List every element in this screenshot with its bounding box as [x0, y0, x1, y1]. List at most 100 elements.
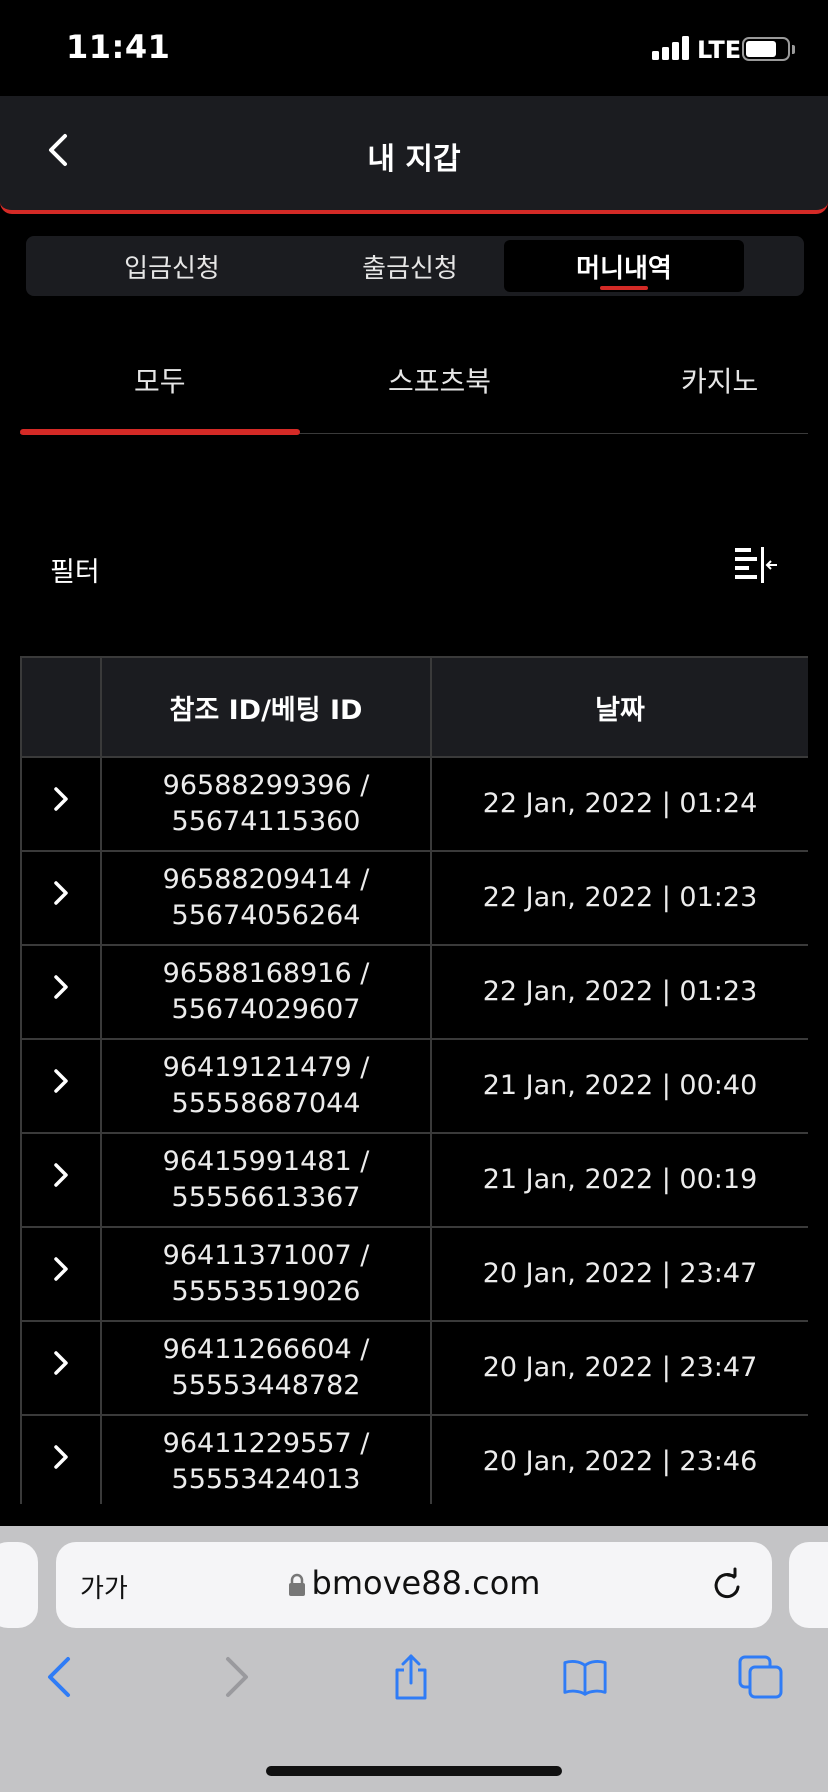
bet-id: 55553424013 — [171, 1464, 361, 1495]
network-label: LTE — [697, 36, 742, 64]
date-cell: 20 Jan, 2022 | 23:47 — [430, 1226, 808, 1322]
reference-id: 96411229557 / — [162, 1428, 370, 1459]
lock-icon — [288, 1573, 305, 1596]
reload-button[interactable] — [708, 1566, 746, 1604]
filter-label: 필터 — [50, 557, 100, 588]
row-expand-button[interactable] — [20, 1038, 102, 1134]
chevron-right-icon — [54, 1351, 68, 1375]
next-tab-preview[interactable] — [789, 1542, 828, 1628]
ref-bet-id-cell: 96411266604 / 55553448782 — [100, 1320, 432, 1416]
table-row[interactable]: 96411229557 / 55553424013 20 Jan, 2022 | 2… — [20, 1414, 808, 1504]
reference-id: 96411371007 / — [162, 1240, 370, 1271]
tab-label: 머니내역 — [576, 253, 672, 284]
subtab-sportsbook[interactable]: 스포츠북 — [388, 360, 491, 400]
row-expand-button[interactable] — [20, 850, 102, 946]
date-cell: 20 Jan, 2022 | 23:46 — [430, 1414, 808, 1504]
table-row[interactable]: 96411371007 / 55553519026 20 Jan, 2022 | 2… — [20, 1226, 808, 1322]
tabs-button[interactable] — [738, 1654, 784, 1700]
tab-withdraw[interactable]: 출금신청 — [290, 240, 530, 292]
subtab-all[interactable]: 모두 — [134, 360, 186, 400]
row-expand-button[interactable] — [20, 1414, 102, 1504]
reference-id: 96415991481 / — [162, 1146, 370, 1177]
signal-icon — [652, 36, 690, 60]
date-cell: 22 Jan, 2022 | 01:24 — [430, 756, 808, 852]
table-row[interactable]: 96588209414 / 55674056264 22 Jan, 2022 | 0… — [20, 850, 808, 946]
table-row[interactable]: 96411266604 / 55553448782 20 Jan, 2022 | 2… — [20, 1320, 808, 1416]
header-ref-id: 참조 ID/베팅 ID — [100, 656, 432, 758]
header-expand — [20, 656, 102, 758]
home-indicator[interactable] — [266, 1766, 562, 1776]
date-cell: 21 Jan, 2022 | 00:19 — [430, 1132, 808, 1228]
share-button[interactable] — [388, 1654, 434, 1700]
table-row[interactable]: 96588168916 / 55674029607 22 Jan, 2022 | 0… — [20, 944, 808, 1040]
table-row[interactable]: 96588299396 / 55674115360 22 Jan, 2022 | 0… — [20, 756, 808, 852]
reference-id: 96411266604 / — [162, 1334, 370, 1365]
reference-id: 96588209414 / — [162, 864, 370, 895]
table-row[interactable]: 96415991481 / 55556613367 21 Jan, 2022 | 0… — [20, 1132, 808, 1228]
date-cell: 22 Jan, 2022 | 01:23 — [430, 850, 808, 946]
chevron-right-icon — [54, 881, 68, 905]
bet-id: 55674056264 — [171, 900, 361, 931]
chevron-right-icon — [54, 1257, 68, 1281]
tab-deposit[interactable]: 입금신청 — [52, 240, 292, 292]
bet-id: 55674029607 — [171, 994, 361, 1025]
browser-back-button[interactable] — [36, 1654, 82, 1700]
reference-id: 96588299396 / — [162, 770, 370, 801]
active-tab-indicator — [600, 286, 648, 290]
sub-tabs: 모두 스포츠북 카지노 — [20, 340, 808, 435]
reload-icon — [714, 1567, 740, 1599]
tab-label: 입금신청 — [124, 253, 220, 284]
address-bar[interactable]: 가가 bmove88.com — [56, 1542, 772, 1628]
header-date: 날짜 — [430, 656, 808, 758]
row-expand-button[interactable] — [20, 944, 102, 1040]
row-expand-button[interactable] — [20, 1320, 102, 1416]
row-expand-button[interactable] — [20, 1132, 102, 1228]
subtab-casino[interactable]: 카지노 — [681, 360, 758, 400]
row-expand-button[interactable] — [20, 1226, 102, 1322]
table-header-row: 참조 ID/베팅 ID 날짜 — [20, 656, 808, 758]
filter-toggle-button[interactable] — [733, 545, 779, 585]
url-display[interactable]: bmove88.com — [56, 1564, 772, 1602]
chevron-right-icon — [54, 787, 68, 811]
chevron-right-icon — [54, 1163, 68, 1187]
date-cell: 22 Jan, 2022 | 01:23 — [430, 944, 808, 1040]
app-header: 내 지갑 — [0, 96, 828, 214]
chevron-right-icon — [54, 1445, 68, 1469]
page-title: 내 지갑 — [367, 142, 461, 177]
main-tabs: 입금신청 출금신청 머니내역 — [26, 236, 804, 296]
status-time: 11:41 — [66, 28, 171, 66]
date-cell: 20 Jan, 2022 | 23:47 — [430, 1320, 808, 1416]
url-text: bmove88.com — [311, 1564, 541, 1602]
row-expand-button[interactable] — [20, 756, 102, 852]
ref-bet-id-cell: 96411371007 / 55553519026 — [100, 1226, 432, 1322]
ref-bet-id-cell: 96588168916 / 55674029607 — [100, 944, 432, 1040]
ref-bet-id-cell: 96588299396 / 55674115360 — [100, 756, 432, 852]
status-bar: 11:41 LTE — [0, 0, 828, 96]
share-icon — [395, 1654, 427, 1700]
chevron-left-icon — [48, 1657, 70, 1697]
date-cell: 21 Jan, 2022 | 00:40 — [430, 1038, 808, 1134]
transaction-table: 참조 ID/베팅 ID 날짜 96588299396 / 55674115360 2… — [20, 656, 808, 1504]
book-icon — [563, 1659, 607, 1696]
browser-forward-button[interactable] — [214, 1654, 260, 1700]
chevron-right-icon — [54, 1069, 68, 1093]
ref-bet-id-cell: 96415991481 / 55556613367 — [100, 1132, 432, 1228]
tab-money-history[interactable]: 머니내역 — [504, 240, 744, 292]
bet-id: 55553448782 — [171, 1370, 361, 1401]
tabs-icon — [738, 1655, 783, 1699]
battery-icon — [742, 37, 790, 61]
bookmarks-button[interactable] — [562, 1654, 608, 1700]
chevron-right-icon — [54, 975, 68, 999]
active-subtab-underline — [20, 429, 300, 435]
ref-bet-id-cell: 96411229557 / 55553424013 — [100, 1414, 432, 1504]
ref-bet-id-cell: 96419121479 / 55558687044 — [100, 1038, 432, 1134]
bet-id: 55674115360 — [171, 806, 361, 837]
bet-id: 55558687044 — [171, 1088, 361, 1119]
table-row[interactable]: 96419121479 / 55558687044 21 Jan, 2022 | 0… — [20, 1038, 808, 1134]
chevron-right-icon — [226, 1657, 248, 1697]
previous-tab-preview[interactable] — [0, 1542, 38, 1628]
bet-id: 55556613367 — [171, 1182, 361, 1213]
ref-bet-id-cell: 96588209414 / 55674056264 — [100, 850, 432, 946]
filter-collapse-icon — [735, 547, 777, 583]
tab-label: 출금신청 — [362, 253, 458, 284]
